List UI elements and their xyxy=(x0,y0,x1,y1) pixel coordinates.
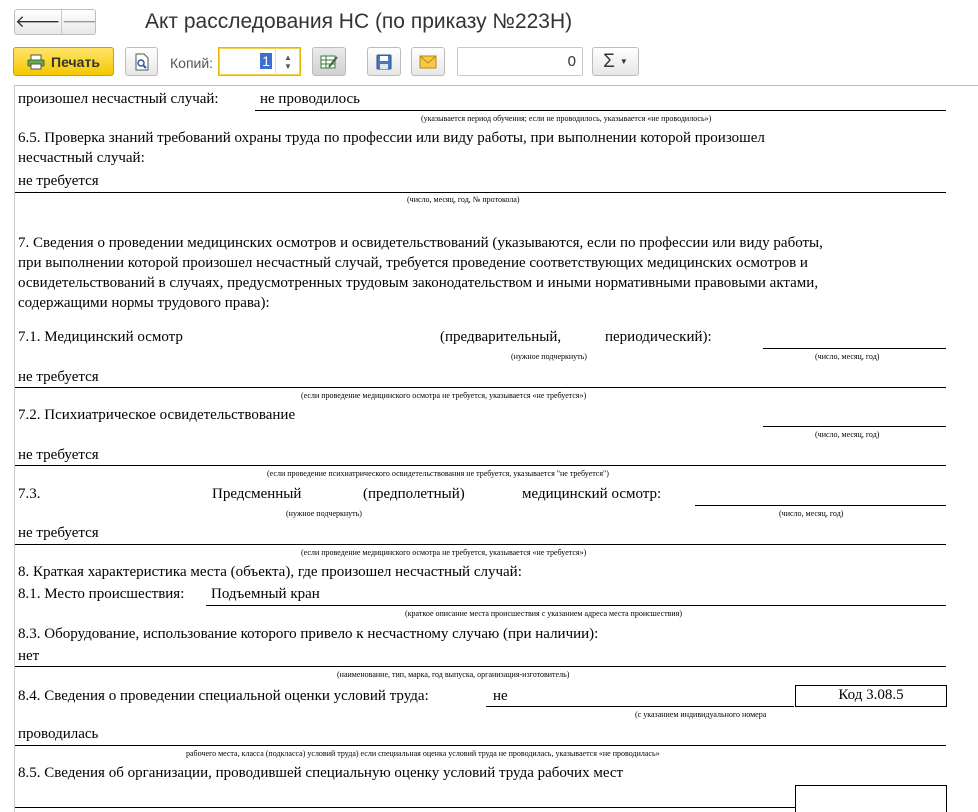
note-7-3-underline: (нужное подчеркнуть) xyxy=(286,509,362,518)
underline xyxy=(15,465,946,466)
note-8-1: (краткое описание места происшествия с у… xyxy=(405,609,683,618)
note-7-2-not-required: (если проведение психиатрического освиде… xyxy=(267,469,609,478)
text-8: 8. Краткая характеристика места (объекта… xyxy=(18,564,522,580)
print-label: Печать xyxy=(51,53,100,70)
text-accident-occurred: произошел несчастный случай: xyxy=(18,91,219,107)
value-7-3: не требуется xyxy=(18,525,99,541)
text-7-3: 7.3. xyxy=(18,486,41,502)
text-7-line1: 7. Сведения о проведении медицинских осм… xyxy=(18,235,823,251)
value-8-4-conducted: проводилась xyxy=(18,726,99,742)
value-6-5: не требуется xyxy=(18,173,99,189)
text-7-2: 7.2. Психиатрическое освидетельствование xyxy=(18,407,296,423)
edit-table-icon xyxy=(320,55,338,68)
print-preview-icon xyxy=(135,53,148,70)
text-7-line3: освидетельствований в случаях, предусмот… xyxy=(18,275,819,291)
note-7-1-date: (число, месяц, год) xyxy=(815,352,880,361)
toolbar: Печать Копий: 1 ▲ ▼ 0 Σ ▼ xyxy=(0,44,978,84)
underline xyxy=(15,192,946,193)
text-8-4: 8.4. Сведения о проведении специальной о… xyxy=(18,688,429,704)
title-bar: 🡐 🡒 Акт расследования НС (по приказу №22… xyxy=(0,0,978,44)
box-border xyxy=(795,785,947,786)
window-title: Акт расследования НС (по приказу №223Н) xyxy=(145,10,573,33)
copies-label: Копий: xyxy=(170,55,214,71)
sum-button[interactable]: Σ ▼ xyxy=(592,47,639,76)
text-8-3: 8.3. Оборудование, использование которог… xyxy=(18,626,599,642)
edit-toggle-button[interactable] xyxy=(312,47,346,76)
text-6-5-line2: несчастный случай: xyxy=(18,150,145,166)
value-8-1: Подъемный кран xyxy=(211,586,320,602)
text-7-line2: при выполнении которой произошел несчаст… xyxy=(18,255,808,271)
floppy-disk-icon xyxy=(376,54,392,69)
copies-value: 1 xyxy=(260,53,272,69)
chevron-down-icon: ▼ xyxy=(619,57,628,66)
copies-spinner[interactable]: ▲ ▼ xyxy=(275,48,300,75)
underline xyxy=(486,706,794,707)
value-8-3: нет xyxy=(18,648,40,664)
spin-down-icon[interactable]: ▼ xyxy=(284,62,292,71)
underline xyxy=(15,666,946,667)
text-6-5-line1: 6.5. Проверка знаний требований охраны т… xyxy=(18,130,765,146)
text-8-5: 8.5. Сведения об организации, проводивше… xyxy=(18,765,624,781)
number-field[interactable]: 0 xyxy=(457,47,583,76)
box-border xyxy=(795,785,796,812)
text-7-3-preflight: (предполетный) xyxy=(363,486,465,502)
underline xyxy=(255,110,946,111)
print-button[interactable]: Печать xyxy=(13,47,114,76)
preview-button[interactable] xyxy=(125,47,158,76)
note-7-1-not-required: (если проведение медицинского осмотра не… xyxy=(301,391,587,400)
forward-arrow-icon[interactable]: 🡒 xyxy=(60,10,95,34)
value-8-4: не xyxy=(493,688,508,704)
text-7-1-preliminary: (предварительный, xyxy=(440,329,562,345)
note-7-3-date: (число, месяц, год) xyxy=(779,509,844,518)
underline xyxy=(15,387,946,388)
envelope-icon xyxy=(419,55,437,68)
box-border xyxy=(946,785,947,812)
value-7-2: не требуется xyxy=(18,447,99,463)
sigma-icon: Σ xyxy=(603,50,615,72)
navigation-buttons: 🡐 🡒 xyxy=(14,9,96,35)
spin-up-icon[interactable]: ▲ xyxy=(284,53,292,62)
value-training: не проводилось xyxy=(260,91,361,107)
printer-icon xyxy=(27,54,45,69)
underline xyxy=(15,544,946,545)
document-area: произошел несчастный случай: не проводил… xyxy=(14,85,978,812)
note-8-4-line2: рабочего места, класса (подкласса) услов… xyxy=(186,749,660,758)
copies-input[interactable]: 1 ▲ ▼ xyxy=(218,47,301,76)
value-7-1: не требуется xyxy=(18,369,99,385)
text-7-1-periodic: периодический): xyxy=(605,329,712,345)
back-arrow-icon[interactable]: 🡐 xyxy=(15,10,61,34)
note-7-3-not-required: (если проведение медицинского осмотра не… xyxy=(301,548,587,557)
underline xyxy=(15,745,946,746)
note-8-4-line1: (с указанием индивидуального номера xyxy=(635,710,767,719)
note-7-2-date: (число, месяц, год) xyxy=(815,430,880,439)
text-7-line4: содержащими нормы трудового права): xyxy=(18,295,270,311)
note-6-5: (число, месяц, год, № протокола) xyxy=(407,195,520,204)
text-7-3-medical: медицинский осмотр: xyxy=(522,486,662,502)
save-button[interactable] xyxy=(367,47,401,76)
code-box: Код 3.08.5 xyxy=(795,685,947,707)
underline xyxy=(206,605,946,606)
note-training-period: (указывается период обучения; если не пр… xyxy=(421,114,712,123)
text-7-1: 7.1. Медицинский осмотр xyxy=(18,329,183,345)
note-7-1-underline: (нужное подчеркнуть) xyxy=(511,352,587,361)
text-7-3-preshift: Предсменный xyxy=(212,486,302,502)
underline xyxy=(15,807,795,808)
note-8-3: (наименование, тип, марка, год выпуска, … xyxy=(337,670,570,679)
underline xyxy=(763,426,946,427)
underline xyxy=(695,505,946,506)
underline xyxy=(763,348,946,349)
send-email-button[interactable] xyxy=(411,47,445,76)
text-8-1: 8.1. Место происшествия: xyxy=(18,586,185,602)
